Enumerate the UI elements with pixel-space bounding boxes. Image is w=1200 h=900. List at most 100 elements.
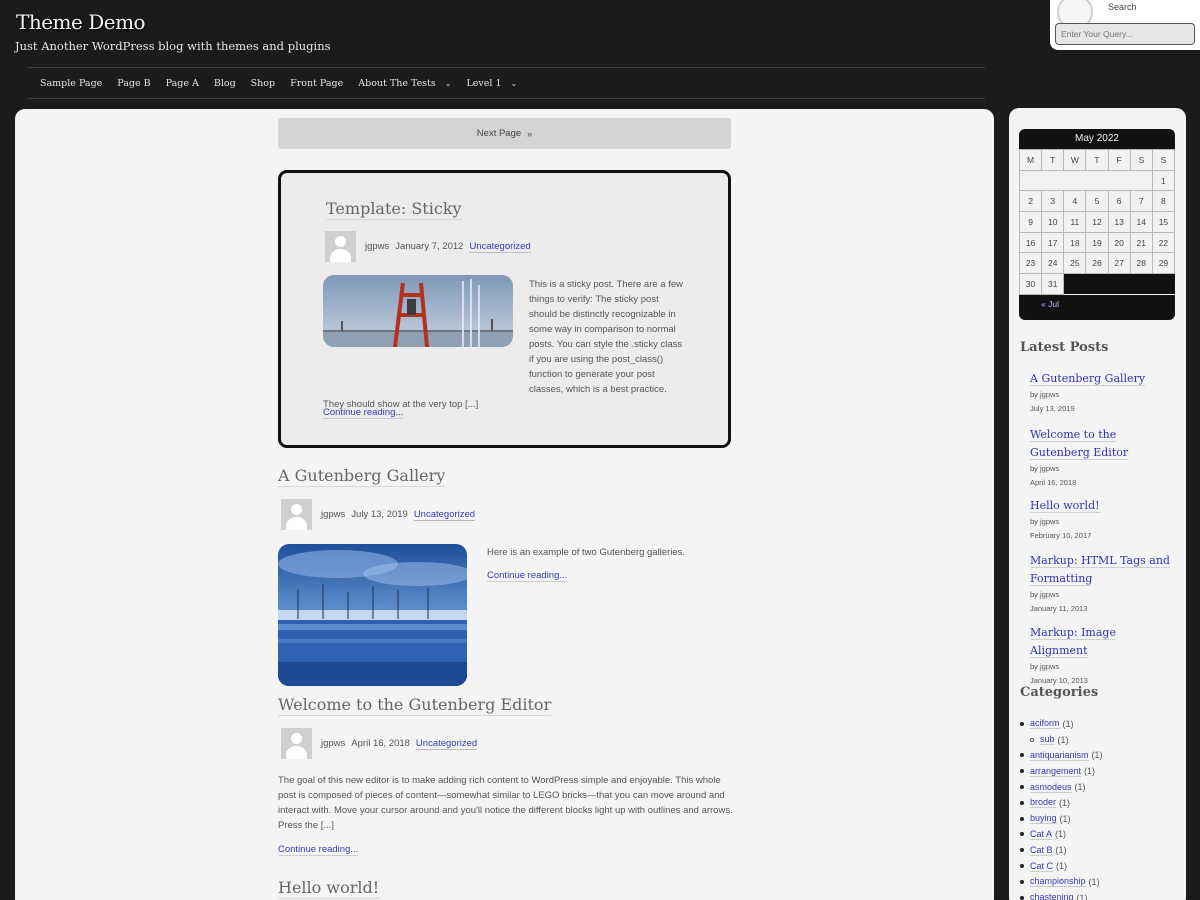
- post-title[interactable]: A Gutenberg Gallery: [278, 466, 446, 487]
- latest-post-date: January 11, 2013: [1030, 604, 1088, 613]
- nav-item-blog[interactable]: Blog: [214, 78, 236, 89]
- latest-post-link[interactable]: Markup: HTML Tags and Formatting: [1030, 554, 1170, 586]
- post-category[interactable]: Uncategorized: [415, 738, 478, 750]
- calendar-week: 30 31: [1019, 273, 1175, 295]
- calendar-day: 28: [1129, 252, 1153, 275]
- post-date[interactable]: April 16, 2018: [351, 738, 410, 749]
- primary-nav: Sample Page Page B Page A Blog Shop Fron…: [28, 67, 985, 99]
- category-count: (1): [1059, 797, 1071, 808]
- post-title[interactable]: Hello world!: [278, 878, 380, 899]
- latest-posts-title: Latest Posts: [1020, 340, 1109, 355]
- post-author[interactable]: jgpws: [365, 241, 389, 252]
- bullet-icon: [1020, 879, 1024, 884]
- calendar-day: 20: [1107, 231, 1131, 254]
- calendar-day: [1152, 273, 1175, 295]
- nav-label: About The Tests: [358, 77, 436, 89]
- category-count: (1): [1076, 892, 1088, 900]
- post-category[interactable]: Uncategorized: [413, 509, 476, 521]
- bullet-icon: [1020, 816, 1024, 821]
- calendar-day: 31: [1041, 273, 1065, 295]
- bullet-icon: [1020, 785, 1024, 790]
- post-excerpt: Here is an example of two Gutenberg gall…: [487, 547, 686, 558]
- latest-post-author: by jgpws: [1030, 517, 1060, 526]
- nav-item-sample-page[interactable]: Sample Page: [40, 78, 102, 89]
- latest-post-item: Markup: Image Alignment by jgpws January…: [1030, 623, 1170, 685]
- calendar-day: 2: [1019, 190, 1043, 213]
- calendar-day: [1130, 273, 1153, 295]
- category-item: chastening (1): [1020, 890, 1180, 900]
- main-content: Next Page » Template: Sticky jgpws Janua…: [15, 109, 994, 900]
- next-page-label: Next Page: [476, 128, 522, 139]
- category-link[interactable]: asmodeus: [1030, 782, 1072, 793]
- bullet-icon: [1020, 800, 1024, 805]
- post-date[interactable]: July 13, 2019: [351, 509, 408, 520]
- latest-post-link[interactable]: A Gutenberg Gallery: [1030, 372, 1146, 386]
- latest-post-link[interactable]: Markup: Image Alignment: [1030, 626, 1116, 658]
- categories-list: aciform (1) sub (1) antiquarianism (1) arrange…: [1020, 716, 1180, 900]
- calendar-day: 11: [1063, 211, 1087, 233]
- category-count: (1): [1057, 734, 1069, 745]
- category-count: (1): [1088, 876, 1100, 887]
- latest-post-item: Welcome to the Gutenberg Editor by jgpws…: [1030, 425, 1170, 487]
- nav-item-shop[interactable]: Shop: [251, 78, 275, 89]
- nav-label: Blog: [213, 77, 236, 89]
- latest-post-item: A Gutenberg Gallery by jgpws July 13, 20…: [1030, 369, 1170, 413]
- nav-item-level-1[interactable]: Level 1 ⌄: [466, 78, 517, 89]
- category-link[interactable]: buying: [1030, 813, 1057, 825]
- bullet-icon: [1020, 721, 1024, 726]
- avatar: [325, 231, 356, 262]
- chevron-down-icon[interactable]: ⌄: [445, 79, 452, 88]
- continue-reading-link[interactable]: Continue reading...: [278, 844, 359, 856]
- nav-item-front-page[interactable]: Front Page: [290, 78, 343, 89]
- category-link[interactable]: Cat A: [1030, 829, 1053, 840]
- category-item: antiquarianism (1): [1020, 748, 1180, 764]
- category-link[interactable]: aciform: [1030, 718, 1060, 730]
- calendar-day: 26: [1085, 252, 1109, 275]
- category-link[interactable]: antiquarianism: [1030, 750, 1089, 761]
- weekday-header: F: [1107, 149, 1131, 171]
- post-author[interactable]: jgpws: [321, 509, 345, 520]
- category-link[interactable]: Cat B: [1030, 845, 1053, 856]
- nav-item-page-a[interactable]: Page A: [166, 78, 199, 89]
- post-author[interactable]: jgpws: [321, 738, 345, 749]
- continue-reading-link[interactable]: Continue reading...: [487, 570, 568, 582]
- calendar-day: 9: [1019, 211, 1043, 233]
- nav-label: Page B: [117, 77, 151, 89]
- weekday-header: S: [1151, 149, 1175, 171]
- post-title[interactable]: Template: Sticky: [326, 199, 462, 220]
- calendar-caption: May 2022: [1075, 133, 1119, 144]
- category-link[interactable]: arrangement: [1030, 766, 1082, 777]
- category-link[interactable]: sub: [1040, 734, 1055, 746]
- category-link[interactable]: championship: [1030, 876, 1086, 888]
- nav-item-page-b[interactable]: Page B: [117, 78, 150, 89]
- chevron-down-icon[interactable]: ⌄: [511, 79, 518, 88]
- post-thumbnail[interactable]: [278, 544, 467, 686]
- latest-post-link[interactable]: Welcome to the Gutenberg Editor: [1030, 428, 1129, 460]
- continue-reading-link[interactable]: Continue reading...: [323, 407, 404, 419]
- calendar-table: M T W T F S S 1 2 3 4 5 6 7 8 9 10 11 12 13 14 15 16 17 1…: [1019, 149, 1175, 295]
- post-title[interactable]: Welcome to the Gutenberg Editor: [278, 695, 552, 716]
- post-category[interactable]: Uncategorized: [469, 241, 531, 253]
- category-count: (1): [1055, 845, 1067, 856]
- calendar-day: [1130, 169, 1153, 192]
- category-link[interactable]: broder: [1030, 797, 1057, 809]
- latest-post-author: by jgpws: [1030, 390, 1060, 399]
- latest-post-link[interactable]: Hello world!: [1030, 499, 1100, 513]
- post-date[interactable]: January 7, 2012: [395, 241, 463, 252]
- calendar-day: [1019, 169, 1042, 192]
- double-chevron-right-icon: »: [527, 128, 533, 139]
- avatar: [281, 728, 312, 759]
- category-link[interactable]: Cat C: [1030, 861, 1054, 872]
- site-title[interactable]: Theme Demo: [16, 10, 146, 34]
- next-page-button[interactable]: Next Page »: [278, 118, 731, 149]
- calendar-prev-link[interactable]: « Jul: [1019, 295, 1175, 315]
- bullet-icon: [1020, 832, 1024, 837]
- search-widget: Search: [1050, 0, 1200, 50]
- category-count: (1): [1056, 861, 1068, 872]
- latest-post-author: by jgpws: [1030, 662, 1060, 671]
- calendar-day: 17: [1041, 231, 1065, 254]
- calendar-day: [1085, 273, 1109, 295]
- search-input[interactable]: [1055, 23, 1195, 45]
- category-link[interactable]: chastening: [1030, 892, 1074, 900]
- nav-item-about-the-tests[interactable]: About The Tests ⌄: [358, 78, 451, 89]
